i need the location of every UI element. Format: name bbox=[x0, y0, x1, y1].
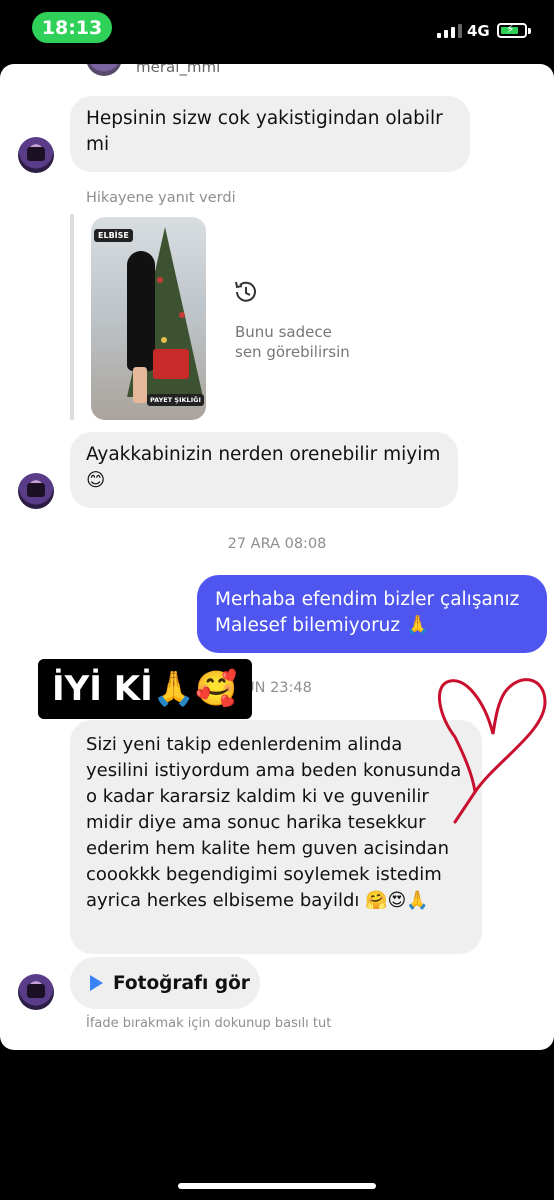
timestamp-partial: ÜN 23:48 bbox=[244, 680, 312, 696]
history-icon bbox=[235, 281, 256, 302]
time-pill[interactable]: 18:13 bbox=[32, 12, 112, 43]
avatar[interactable] bbox=[18, 974, 54, 1010]
timestamp: 27 ARA 08:08 bbox=[227, 536, 327, 552]
battery-icon: ⚡ bbox=[497, 22, 531, 38]
home-indicator[interactable] bbox=[178, 1183, 376, 1189]
sticker-text: İYİ Kİ🙏🥰 bbox=[38, 659, 252, 719]
play-icon bbox=[90, 975, 103, 991]
top-username: meral_mmi bbox=[136, 64, 221, 76]
view-photo-button[interactable]: Fotoğrafı gör bbox=[70, 957, 260, 1009]
incoming-message[interactable]: Sizi yeni takip edenlerdenim alinda yesi… bbox=[70, 720, 482, 954]
status-time: 18:13 bbox=[41, 16, 103, 39]
chat-thread[interactable]: meral_mmi Hepsinin sizw cok yakistiginda… bbox=[0, 64, 554, 1050]
avatar[interactable] bbox=[18, 473, 54, 509]
story-tag-bottom: PAYET ŞIKLIĞI bbox=[147, 394, 204, 406]
heart-drawing bbox=[438, 678, 547, 824]
incoming-message[interactable]: Hepsinin sizw cok yakistigindan olabilr … bbox=[70, 96, 470, 172]
incoming-message[interactable]: Ayakkabinizin nerden orenebilir miyim 😊 bbox=[70, 432, 458, 508]
story-thumbnail[interactable]: ELBİSE PAYET ŞIKLIĞI bbox=[91, 217, 206, 420]
story-reply-line bbox=[70, 214, 74, 420]
story-tag-top: ELBİSE bbox=[94, 229, 133, 242]
reaction-hint: İfade bırakmak için dokunup basılı tut bbox=[86, 1016, 332, 1031]
story-reply-label: Hikayene yanıt verdi bbox=[86, 190, 236, 206]
private-note: Bunu sadece sen görebilirsin bbox=[235, 323, 350, 361]
outgoing-message[interactable]: Merhaba efendim bizler çalışanız Malesef… bbox=[197, 575, 547, 653]
avatar[interactable] bbox=[18, 137, 54, 173]
signal-icon bbox=[437, 24, 462, 38]
status-bar: 18:13 4G ⚡ bbox=[0, 0, 554, 62]
network-label: 4G bbox=[467, 22, 490, 40]
avatar[interactable] bbox=[86, 64, 122, 76]
